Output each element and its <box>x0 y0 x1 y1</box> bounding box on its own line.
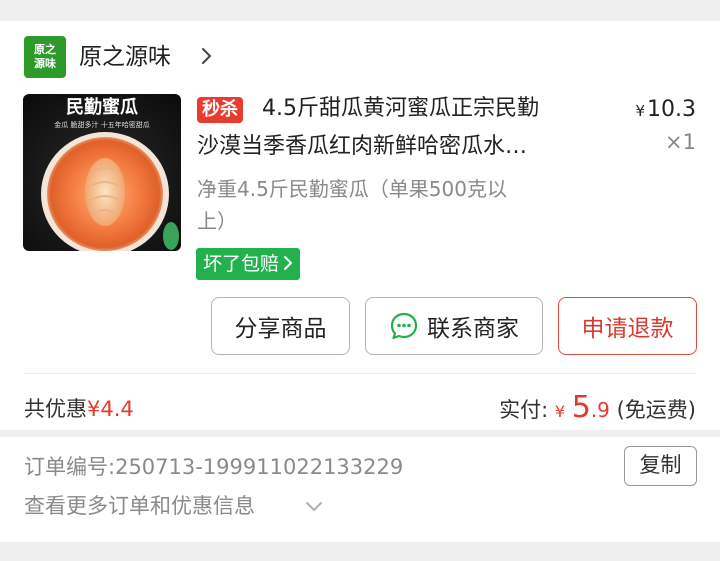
discount-label: 共优惠 <box>24 397 87 421</box>
discount-summary: 共优惠¥4.4 <box>24 394 134 424</box>
share-product-label: 分享商品 <box>234 316 327 342</box>
order-info-card: 订单编号:250713-199911022133229 复制 查看更多订单和优惠… <box>0 437 720 542</box>
image-subtitle-text: 金瓜 脆甜多汁 十五年哈密甜瓜 <box>54 120 149 129</box>
paid-decimal: .9 <box>590 398 610 422</box>
copy-button[interactable]: 复制 <box>624 446 697 486</box>
image-title-text: 民勤蜜瓜 <box>66 96 138 118</box>
paid-integer: 5 <box>571 390 591 425</box>
request-refund-button[interactable]: 申请退款 <box>558 297 697 355</box>
store-name[interactable]: 原之源味 <box>79 42 171 72</box>
paid-currency: ¥ <box>554 402 566 421</box>
product-price: ¥10.3 <box>635 95 696 126</box>
shipping-note: (免运费) <box>616 398 696 422</box>
divider <box>24 373 696 374</box>
chat-bubble-icon <box>390 312 418 340</box>
product-spec-line2: 上） <box>197 209 237 233</box>
store-logo-text-2: 源味 <box>34 57 56 70</box>
paid-amount: ¥ 5.9 <box>554 390 610 425</box>
product-title-line2[interactable]: 沙漠当季香瓜红肉新鲜哈密瓜水… <box>197 131 527 163</box>
paid-summary: 实付: ¥ 5.9 (免运费) <box>499 390 696 430</box>
chevron-right-icon <box>284 256 293 270</box>
contact-merchant-label: 联系商家 <box>427 316 519 342</box>
discount-value: ¥4.4 <box>87 397 134 421</box>
store-logo[interactable]: 原之 源味 <box>24 36 66 78</box>
contact-merchant-button[interactable]: 联系商家 <box>365 297 543 355</box>
request-refund-label: 申请退款 <box>581 316 674 342</box>
order-card: 原之 源味 原之源味 民勤蜜瓜 金瓜 脆甜多汁 十五年哈密甜瓜 秒杀 4.5斤甜… <box>0 21 720 430</box>
price-value: 10.3 <box>647 97 696 122</box>
paid-label: 实付: <box>499 398 549 422</box>
order-number: 订单编号:250713-199911022133229 <box>24 452 403 482</box>
store-logo-text-1: 原之 <box>34 43 56 56</box>
melon-image: 民勤蜜瓜 金瓜 脆甜多汁 十五年哈密甜瓜 <box>23 94 181 251</box>
order-number-value: 250713-199911022133229 <box>115 455 404 479</box>
chevron-down-icon[interactable] <box>303 498 325 516</box>
product-image[interactable]: 民勤蜜瓜 金瓜 脆甜多汁 十五年哈密甜瓜 <box>23 94 181 251</box>
product-quantity: ×1 <box>665 130 696 154</box>
chevron-right-icon[interactable] <box>196 45 218 67</box>
share-product-button[interactable]: 分享商品 <box>211 297 350 355</box>
order-number-label: 订单编号: <box>24 455 116 479</box>
guarantee-badge[interactable]: 坏了包赔 <box>196 248 301 280</box>
price-currency: ¥ <box>635 102 646 120</box>
more-order-info-link[interactable]: 查看更多订单和优惠信息 <box>24 491 255 521</box>
product-spec-line1: 净重4.5斤民勤蜜瓜（单果500克以 <box>197 177 507 201</box>
product-title-line1[interactable]: 4.5斤甜瓜黄河蜜瓜正宗民勤 <box>262 93 539 125</box>
seckill-badge: 秒杀 <box>197 97 243 123</box>
guarantee-label: 坏了包赔 <box>203 253 280 275</box>
